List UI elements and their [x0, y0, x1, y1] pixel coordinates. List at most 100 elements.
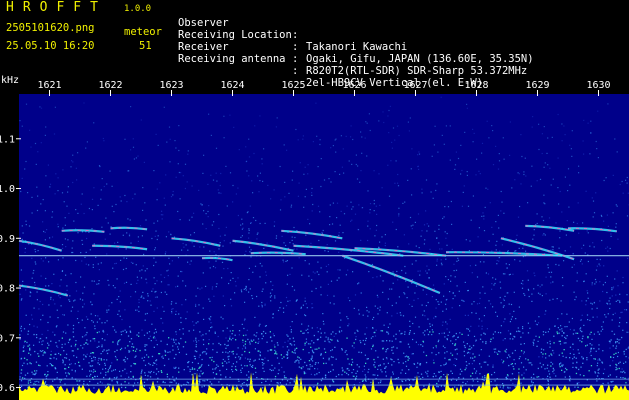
noise-dot	[21, 177, 23, 179]
noise-dot	[58, 340, 60, 342]
noise-dot	[308, 360, 311, 362]
noise-dot	[589, 352, 591, 354]
noise-dot	[373, 203, 375, 205]
noise-dot	[521, 155, 523, 158]
noise-dot	[106, 309, 108, 311]
noise-dot	[153, 170, 155, 172]
noise-dot	[163, 364, 166, 367]
noise-dot	[561, 123, 563, 125]
noise-dot	[559, 363, 561, 365]
noise-dot	[339, 326, 341, 328]
noise-dot	[287, 335, 289, 337]
noise-dot	[180, 321, 182, 324]
noise-dot	[305, 234, 307, 236]
noise-dot	[424, 330, 426, 332]
noise-dot	[90, 370, 93, 372]
noise-dot	[129, 326, 131, 328]
noise-dot	[524, 157, 526, 159]
noise-dot	[622, 192, 624, 194]
noise-dot	[595, 269, 598, 271]
noise-dot	[459, 368, 462, 370]
noise-dot	[375, 329, 377, 331]
noise-dot	[94, 340, 96, 342]
noise-dot	[348, 323, 350, 325]
noise-dot	[55, 173, 57, 175]
noise-dot	[477, 236, 479, 238]
noise-dot	[384, 242, 386, 244]
noise-dot	[59, 381, 61, 383]
noise-dot	[440, 301, 442, 303]
noise-dot	[431, 296, 433, 298]
noise-dot	[372, 336, 374, 338]
noise-dot	[397, 358, 399, 361]
noise-dot	[445, 376, 447, 378]
noise-dot	[350, 220, 352, 222]
noise-dot	[197, 362, 199, 365]
noise-dot	[520, 362, 523, 364]
noise-dot	[367, 220, 369, 222]
noise-dot	[246, 329, 248, 331]
noise-dot	[175, 382, 177, 384]
noise-dot	[290, 331, 292, 333]
noise-dot	[366, 306, 368, 308]
noise-dot	[502, 387, 504, 389]
noise-dot	[423, 334, 426, 336]
noise-dot	[27, 333, 29, 335]
noise-dot	[414, 292, 416, 294]
noise-dot	[202, 334, 204, 336]
noise-dot	[461, 299, 463, 301]
noise-dot	[85, 251, 87, 253]
noise-dot	[221, 277, 223, 279]
noise-dot	[54, 193, 56, 195]
noise-dot	[322, 229, 324, 232]
noise-dot	[254, 367, 257, 369]
noise-dot	[66, 289, 68, 291]
noise-dot	[130, 338, 133, 340]
noise-dot	[502, 298, 505, 300]
noise-dot	[134, 382, 136, 384]
noise-dot	[83, 286, 86, 288]
noise-dot	[195, 344, 197, 346]
noise-dot	[569, 377, 571, 379]
noise-dot	[547, 375, 549, 377]
noise-dot	[305, 341, 308, 343]
noise-dot	[331, 339, 333, 341]
noise-dot	[598, 344, 600, 346]
noise-dot	[411, 263, 413, 265]
noise-dot	[261, 265, 263, 267]
noise-dot	[91, 280, 93, 282]
noise-dot	[536, 213, 538, 215]
noise-dot	[303, 332, 305, 334]
noise-dot	[597, 331, 599, 333]
noise-dot	[174, 140, 176, 142]
noise-dot	[411, 305, 413, 307]
noise-dot	[552, 298, 554, 300]
noise-dot	[108, 284, 110, 286]
noise-dot	[445, 276, 447, 278]
noise-dot	[402, 315, 405, 317]
noise-dot	[382, 348, 384, 350]
noise-dot	[615, 341, 617, 343]
noise-dot	[46, 229, 48, 231]
noise-dot	[162, 214, 164, 216]
noise-dot	[407, 121, 409, 123]
noise-dot	[249, 364, 251, 366]
noise-dot	[426, 230, 428, 232]
noise-dot	[45, 375, 47, 378]
noise-dot	[61, 346, 63, 349]
noise-dot	[143, 334, 146, 336]
noise-dot	[374, 366, 376, 368]
noise-dot	[189, 368, 191, 370]
noise-dot	[207, 210, 209, 213]
noise-dot	[90, 373, 92, 376]
noise-dot	[623, 370, 625, 372]
noise-dot	[563, 125, 565, 127]
noise-dot	[45, 381, 47, 383]
noise-dot	[198, 381, 201, 383]
noise-dot	[520, 350, 523, 352]
noise-dot	[144, 349, 146, 351]
noise-dot	[165, 236, 167, 238]
noise-dot	[352, 138, 354, 141]
noise-dot	[420, 373, 423, 375]
noise-dot	[407, 179, 409, 181]
